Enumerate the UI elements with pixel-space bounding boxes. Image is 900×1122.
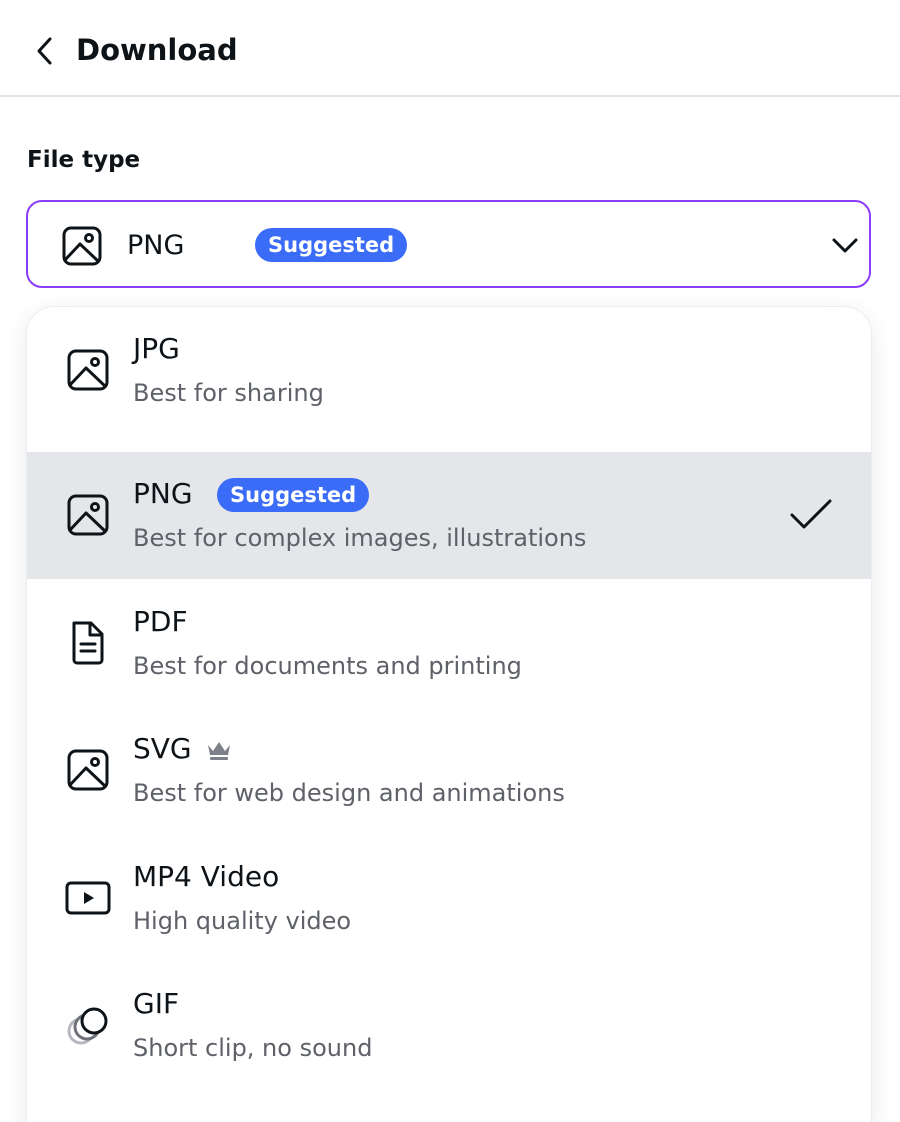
- panel-header: Download: [0, 0, 900, 97]
- image-icon: [67, 494, 109, 536]
- option-description: High quality video: [133, 907, 352, 935]
- chevron-down-icon: [832, 238, 858, 253]
- option-mp4-video[interactable]: MP4 Video High quality video: [27, 835, 871, 962]
- option-png[interactable]: PNG Suggested Best for complex images, i…: [27, 452, 871, 579]
- document-icon: [72, 621, 104, 665]
- gif-icon: [67, 1007, 108, 1045]
- option-name: MP4 Video: [133, 860, 280, 893]
- image-icon: [62, 226, 102, 266]
- video-icon: [65, 881, 111, 915]
- option-name: SVG: [133, 732, 192, 765]
- option-description: Short clip, no sound: [133, 1034, 373, 1062]
- page-title: Download: [76, 33, 238, 67]
- suggested-badge: Suggested: [255, 228, 408, 262]
- file-type-label: File type: [27, 147, 141, 173]
- image-icon: [67, 349, 109, 391]
- option-name: GIF: [133, 987, 180, 1020]
- download-panel: Download File type PNG Suggested JPG Bes…: [0, 0, 900, 1122]
- option-svg[interactable]: SVG Best for web design and animations: [27, 707, 871, 834]
- option-gif[interactable]: GIF Short clip, no sound: [27, 962, 871, 1089]
- chevron-left-icon: [37, 37, 52, 65]
- option-pdf[interactable]: PDF Best for documents and printing: [27, 580, 871, 707]
- file-type-dropdown: JPG Best for sharing PNG Suggested Best …: [26, 306, 872, 1122]
- option-description: Best for complex images, illustrations: [133, 524, 587, 552]
- file-type-select[interactable]: PNG Suggested: [26, 200, 871, 288]
- option-jpg[interactable]: JPG Best for sharing: [27, 307, 871, 434]
- option-name: JPG: [133, 332, 180, 365]
- option-description: Best for sharing: [133, 379, 324, 407]
- suggested-badge: Suggested: [217, 478, 370, 512]
- back-button[interactable]: [30, 33, 60, 69]
- selected-file-type: PNG: [127, 230, 185, 261]
- checkmark-icon: [790, 499, 832, 529]
- image-icon: [67, 749, 109, 791]
- crown-icon: [208, 742, 230, 760]
- option-description: Best for web design and animations: [133, 779, 565, 807]
- option-description: Best for documents and printing: [133, 652, 522, 680]
- option-name: PDF: [133, 605, 188, 638]
- option-name: PNG: [133, 477, 193, 510]
